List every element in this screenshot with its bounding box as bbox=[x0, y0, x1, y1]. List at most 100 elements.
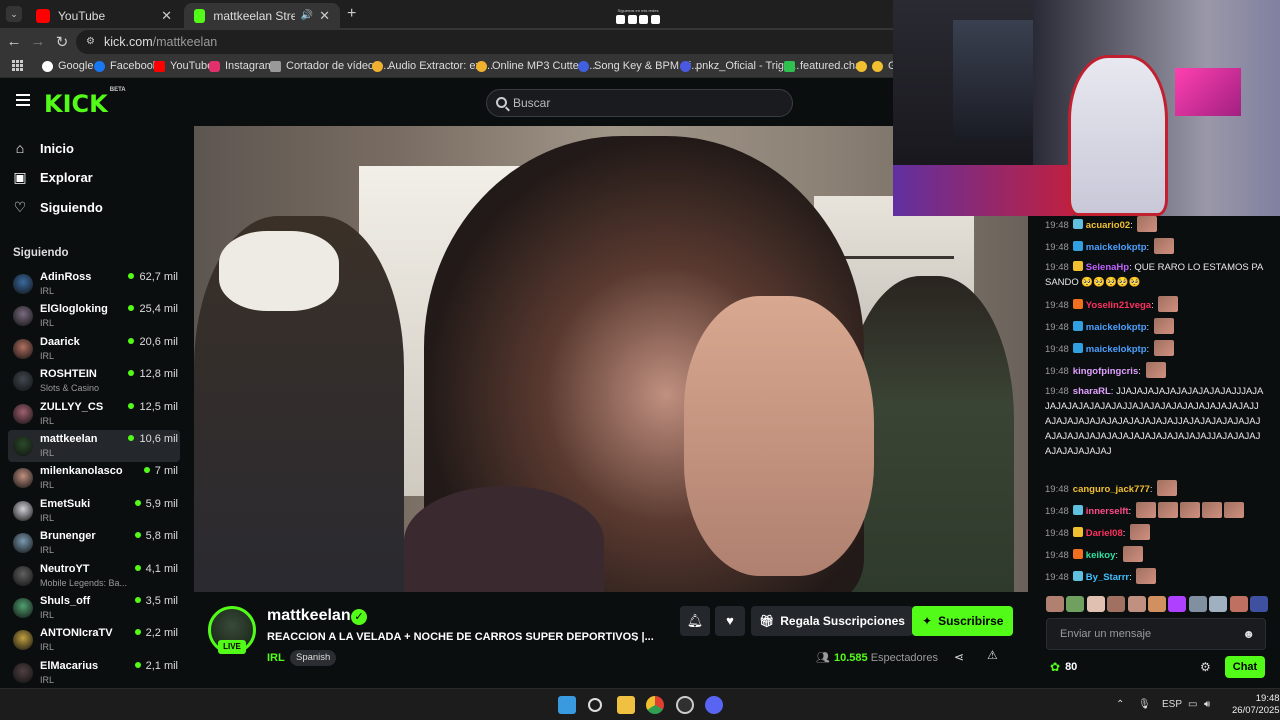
report-icon[interactable]: ⚠ bbox=[987, 648, 998, 662]
network-icon[interactable]: ▭ bbox=[1188, 699, 1197, 710]
following-channel[interactable]: milenkanolasco IRL 7 mil bbox=[8, 462, 180, 494]
message-username[interactable]: maickelokptp bbox=[1086, 322, 1147, 333]
emote-icon[interactable] bbox=[1249, 596, 1268, 612]
message-username[interactable]: canguro_jack777 bbox=[1073, 484, 1150, 495]
following-channel[interactable]: Daarick IRL 20,6 mil bbox=[8, 333, 180, 365]
emoji-picker-icon[interactable]: ☻ bbox=[1242, 627, 1255, 641]
system-clock[interactable]: 19:48 26/07/2025 bbox=[1232, 693, 1280, 717]
nav-siguiendo[interactable]: ♡ Siguiendo bbox=[12, 199, 103, 216]
bookmark-featured-chat[interactable]: featured.chat bbox=[784, 60, 864, 72]
message-username[interactable]: sharaRL bbox=[1073, 386, 1111, 397]
gift-subs-button[interactable]: 🎁︎ Regala Suscripciones bbox=[751, 606, 913, 636]
following-channel[interactable]: AdinRoss IRL 62,7 mil bbox=[8, 268, 180, 300]
bookmark-google[interactable]: Google bbox=[42, 60, 93, 72]
avatar bbox=[13, 371, 33, 392]
following-channel[interactable]: ElGlogloking IRL 25,4 mil bbox=[8, 300, 180, 332]
message-time: 19:48 bbox=[1045, 572, 1069, 583]
close-tab-icon[interactable]: ✕ bbox=[161, 8, 172, 24]
following-channel[interactable]: EmetSuki IRL 5,9 mil bbox=[8, 495, 180, 527]
follow-heart-button[interactable]: ♥ bbox=[715, 606, 745, 636]
new-tab-button[interactable]: + bbox=[347, 5, 356, 23]
following-channel[interactable]: ZULLYY_CS IRL 12,5 mil bbox=[8, 398, 180, 430]
mic-icon[interactable]: 🎙︎ bbox=[1138, 699, 1151, 710]
share-icon[interactable]: ⋖ bbox=[954, 650, 964, 664]
sidebar: ⌂ Inicio ▣ Explorar ♡ Siguiendo Siguiendo A… bbox=[0, 126, 188, 688]
message-username[interactable]: kingofpingcris bbox=[1073, 366, 1138, 377]
bookmark-audio-extractor[interactable]: Audio Extractor: ext... bbox=[372, 60, 493, 72]
apps-icon[interactable] bbox=[12, 60, 23, 71]
message-username[interactable]: maickelokptp bbox=[1086, 242, 1147, 253]
emote-icon bbox=[1122, 546, 1143, 562]
close-tab-icon[interactable]: ✕ bbox=[319, 8, 330, 24]
emote-icon[interactable] bbox=[1066, 596, 1085, 612]
following-channel[interactable]: Shuls_off IRL 3,5 mil bbox=[8, 592, 180, 624]
menu-icon[interactable] bbox=[16, 94, 30, 106]
bookmark-pnkz[interactable]: pnkz_Oficial - Trigg... bbox=[680, 60, 799, 72]
site-info-icon[interactable]: ⚙ bbox=[86, 36, 95, 47]
mp3-cutter-icon bbox=[476, 60, 487, 72]
bookmark-facebook[interactable]: Facebook bbox=[94, 60, 158, 72]
message-username[interactable]: keikoy bbox=[1086, 550, 1116, 561]
obs-icon[interactable] bbox=[676, 696, 694, 714]
volume-icon[interactable]: 🔊︎ bbox=[1204, 699, 1210, 710]
emote-icon[interactable] bbox=[1209, 596, 1228, 612]
windows-start-icon[interactable] bbox=[558, 696, 576, 714]
following-channel[interactable]: ANTONIcraTV IRL 2,2 mil bbox=[8, 624, 180, 656]
kick-logo[interactable]: KICK BETA bbox=[44, 87, 126, 118]
back-icon[interactable]: ← bbox=[6, 33, 22, 50]
avatar bbox=[13, 630, 33, 651]
tab-youtube[interactable]: YouTube ✕ bbox=[26, 3, 182, 28]
message-username[interactable]: maickelokptp bbox=[1086, 344, 1147, 355]
avatar bbox=[13, 468, 33, 489]
discord-icon[interactable] bbox=[705, 696, 723, 714]
following-channel[interactable]: ElMacarius IRL 2,1 mil bbox=[8, 657, 180, 689]
tab-kick-stream[interactable]: mattkeelan Stream - Watch 🔊 ✕ bbox=[184, 3, 340, 28]
following-channel[interactable]: mattkeelan IRL 10,6 mil bbox=[8, 430, 180, 462]
reload-icon[interactable]: ↻ bbox=[54, 33, 70, 51]
notification-bell-button[interactable]: 🔔︎ bbox=[680, 606, 710, 636]
chat-message: 19:48 By_Starrr: bbox=[1045, 568, 1265, 585]
chat-send-button[interactable]: Chat bbox=[1225, 656, 1265, 678]
subscribe-button[interactable]: ✦ Suscribirse bbox=[912, 606, 1014, 636]
emote-icon bbox=[1153, 318, 1174, 334]
tab-list-button[interactable]: ⌄ bbox=[6, 6, 22, 22]
language-tag[interactable]: Spanish bbox=[290, 650, 337, 666]
butterfly-icon[interactable] bbox=[1168, 596, 1187, 612]
message-username[interactable]: By_Starrr bbox=[1086, 572, 1129, 583]
message-username[interactable]: SelenaHp bbox=[1086, 262, 1129, 273]
emote-icon[interactable] bbox=[1229, 596, 1248, 612]
nav-inicio[interactable]: ⌂ Inicio bbox=[12, 140, 74, 156]
channel-name[interactable]: mattkeelan bbox=[267, 607, 351, 625]
emote-icon[interactable] bbox=[1188, 596, 1207, 612]
chevron-down-icon[interactable]: ⌄ bbox=[631, 631, 640, 644]
emote-icon[interactable] bbox=[1046, 596, 1064, 612]
search-icon bbox=[496, 97, 507, 108]
message-username[interactable]: Yoselin21vega bbox=[1086, 300, 1151, 311]
emote-icon[interactable] bbox=[1086, 596, 1105, 612]
bookmark-instagram[interactable]: Instagram bbox=[209, 60, 274, 72]
search-input[interactable]: Buscar bbox=[486, 89, 793, 117]
message-username[interactable]: innerselft bbox=[1086, 506, 1129, 517]
chat-settings-icon[interactable]: ⚙ bbox=[1200, 660, 1211, 674]
channel-points[interactable]: ✿ 80 bbox=[1050, 660, 1077, 674]
speaker-icon[interactable]: 🔊 bbox=[301, 10, 313, 21]
following-channel[interactable]: ROSHTEIN Slots & Casino 12,8 mil bbox=[8, 365, 180, 397]
tray-chevron-icon[interactable]: ⌃ bbox=[1116, 699, 1124, 710]
nav-explorar[interactable]: ▣ Explorar bbox=[12, 169, 92, 186]
forward-icon[interactable]: → bbox=[30, 33, 46, 50]
search-icon[interactable] bbox=[588, 698, 602, 712]
following-channel[interactable]: Brunenger IRL 5,8 mil bbox=[8, 527, 180, 559]
bookmark-youtube[interactable]: YouTube bbox=[154, 60, 213, 72]
message-username[interactable]: Dariel08 bbox=[1086, 528, 1123, 539]
message-username[interactable]: acuario02 bbox=[1086, 220, 1130, 231]
file-explorer-icon[interactable] bbox=[617, 696, 635, 714]
chrome-icon[interactable] bbox=[646, 696, 664, 714]
avatar bbox=[13, 533, 33, 554]
emote-icon[interactable] bbox=[1107, 596, 1126, 612]
language-indicator[interactable]: ESP bbox=[1162, 699, 1182, 710]
following-channel[interactable]: NeutroYT Mobile Legends: Ba... 4,1 mil bbox=[8, 560, 180, 592]
emote-icon[interactable] bbox=[1147, 596, 1166, 612]
category-link[interactable]: IRL bbox=[267, 652, 285, 664]
emote-icon[interactable] bbox=[1127, 596, 1146, 612]
chat-input[interactable]: Enviar un mensaje ☻ bbox=[1046, 618, 1266, 650]
